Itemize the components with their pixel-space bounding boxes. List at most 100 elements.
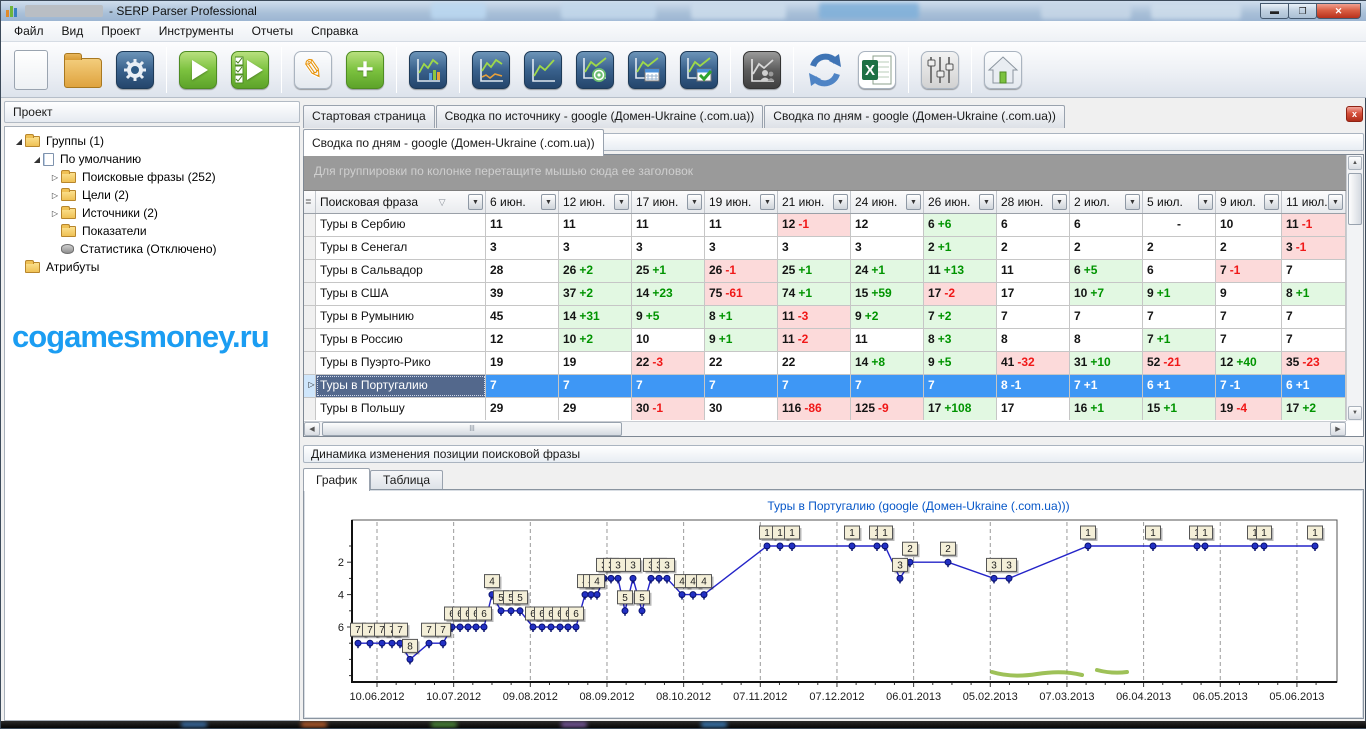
settings-button[interactable] <box>111 46 159 94</box>
refresh-button[interactable] <box>801 46 849 94</box>
horizontal-scrollbar[interactable]: ◀ ▶ <box>304 421 1346 436</box>
table-row[interactable]: Туры в Сальвадор2826+225+126-125+124+111… <box>304 260 1346 283</box>
position-cell[interactable]: 7-1 <box>1216 260 1282 282</box>
position-cell[interactable]: 3 <box>486 237 559 259</box>
column-dropdown-button[interactable]: ▼ <box>687 194 702 210</box>
position-cell[interactable]: 7 <box>1216 329 1282 351</box>
position-cell[interactable]: 45 <box>486 306 559 328</box>
position-cell[interactable]: 11 <box>705 214 778 236</box>
position-cell[interactable]: 125-9 <box>851 398 924 420</box>
expanded-icon[interactable]: ◢ <box>13 137 25 146</box>
report-days-checked-button[interactable] <box>675 46 723 94</box>
position-cell[interactable]: 6 <box>1143 260 1216 282</box>
position-cell[interactable]: 9+5 <box>924 352 997 374</box>
column-dropdown-button[interactable]: ▼ <box>1264 194 1279 210</box>
position-cell[interactable]: 9+1 <box>705 329 778 351</box>
position-cell[interactable]: 10+7 <box>1070 283 1143 305</box>
position-cell[interactable]: 6+5 <box>1070 260 1143 282</box>
column-dropdown-button[interactable]: ▼ <box>541 194 556 210</box>
position-cell[interactable]: 2 <box>997 237 1070 259</box>
position-cell[interactable]: 30-1 <box>632 398 705 420</box>
position-cell[interactable]: 12 <box>486 329 559 351</box>
tree-item-4[interactable]: ▷Источники (2) <box>5 204 299 222</box>
position-cell[interactable]: 7+2 <box>924 306 997 328</box>
home-button[interactable] <box>979 46 1027 94</box>
tab-2[interactable]: Сводка по дням - google (Домен-Ukraine (… <box>764 105 1065 128</box>
position-cell[interactable]: 11-3 <box>778 306 851 328</box>
phrase-cell[interactable]: Туры в Сенегал <box>316 237 486 259</box>
column-dropdown-button[interactable]: ▼ <box>979 194 994 210</box>
report-summary-button[interactable] <box>404 46 452 94</box>
position-cell[interactable]: 19 <box>486 352 559 374</box>
date-column-header-11[interactable]: 11 июл.▼ <box>1282 191 1346 213</box>
chart-tab-0[interactable]: График <box>303 468 370 491</box>
position-cell[interactable]: 7+1 <box>1143 329 1216 351</box>
position-cell[interactable]: 16+1 <box>1070 398 1143 420</box>
table-row[interactable]: Туры в Румынию4514+319+58+111-39+27+2777… <box>304 306 1346 329</box>
collapsed-icon[interactable]: ▷ <box>49 173 61 182</box>
tree-item-6[interactable]: Статистика (Отключено) <box>5 240 299 258</box>
date-column-header-1[interactable]: 12 июн.▼ <box>559 191 632 213</box>
position-cell[interactable]: 2 <box>1070 237 1143 259</box>
column-dropdown-button[interactable]: ▼ <box>1198 194 1213 210</box>
table-row[interactable]: Туры в Польшу292930-130116-86125-917+108… <box>304 398 1346 420</box>
position-cell[interactable]: 3 <box>632 237 705 259</box>
tree-item-3[interactable]: ▷Цели (2) <box>5 186 299 204</box>
position-cell[interactable]: 31+10 <box>1070 352 1143 374</box>
position-cell[interactable]: 3 <box>559 237 632 259</box>
scroll-left-arrow[interactable]: ◀ <box>304 422 320 436</box>
table-row[interactable]: Туры в Россию1210+2109+111-2118+3887+177 <box>304 329 1346 352</box>
position-cell[interactable]: 8-1 <box>997 375 1070 397</box>
position-cell[interactable]: 2 <box>1143 237 1216 259</box>
date-column-header-7[interactable]: 28 июн.▼ <box>997 191 1070 213</box>
position-cell[interactable]: 2 <box>1216 237 1282 259</box>
column-dropdown-button[interactable]: ▼ <box>760 194 775 210</box>
position-cell[interactable]: 12+40 <box>1216 352 1282 374</box>
position-cell[interactable]: 8+1 <box>705 306 778 328</box>
position-cell[interactable]: 9+2 <box>851 306 924 328</box>
groupby-bar[interactable]: Для группировки по колонке перетащите мы… <box>304 155 1346 191</box>
position-cell[interactable]: 17-2 <box>924 283 997 305</box>
position-cell[interactable]: 7 <box>632 375 705 397</box>
vertical-scrollbar[interactable]: ▲ ▼ <box>1346 155 1363 421</box>
position-cell[interactable]: 39 <box>486 283 559 305</box>
position-cell[interactable]: 7 <box>924 375 997 397</box>
position-cell[interactable]: 7 <box>559 375 632 397</box>
position-cell[interactable]: 6 <box>1070 214 1143 236</box>
table-row[interactable]: ▷Туры в Португалию77777778-17+16+17-16+1 <box>304 375 1346 398</box>
position-cell[interactable]: 28 <box>486 260 559 282</box>
position-cell[interactable]: 3 <box>778 237 851 259</box>
position-cell[interactable]: 15+1 <box>1143 398 1216 420</box>
position-cell[interactable]: 19 <box>559 352 632 374</box>
position-cell[interactable]: 10+2 <box>559 329 632 351</box>
tree-item-1[interactable]: ◢По умолчанию <box>5 150 299 168</box>
position-cell[interactable]: 17+2 <box>1282 398 1346 420</box>
tree-item-0[interactable]: ◢Группы (1) <box>5 132 299 150</box>
date-column-header-9[interactable]: 5 июл.▼ <box>1143 191 1216 213</box>
position-cell[interactable]: 9+1 <box>1143 283 1216 305</box>
position-cell[interactable]: 3-1 <box>1282 237 1346 259</box>
position-cell[interactable]: 29 <box>486 398 559 420</box>
minimize-button[interactable]: ▬ <box>1260 3 1289 19</box>
position-cell[interactable]: 30 <box>705 398 778 420</box>
position-cell[interactable]: 8 <box>997 329 1070 351</box>
run-button[interactable] <box>174 46 222 94</box>
position-cell[interactable]: - <box>1143 214 1216 236</box>
date-column-header-3[interactable]: 19 июн.▼ <box>705 191 778 213</box>
collapsed-icon[interactable]: ▷ <box>49 191 61 200</box>
position-cell[interactable]: 8+3 <box>924 329 997 351</box>
position-cell[interactable]: 7+1 <box>1070 375 1143 397</box>
position-cell[interactable]: 7 <box>1216 306 1282 328</box>
position-cell[interactable]: 9+5 <box>632 306 705 328</box>
position-cell[interactable]: 41-32 <box>997 352 1070 374</box>
position-cell[interactable]: 15+59 <box>851 283 924 305</box>
phrase-cell[interactable]: Туры в Пуэрто-Рико <box>316 352 486 374</box>
report-days-button[interactable] <box>623 46 671 94</box>
position-cell[interactable]: 7 <box>997 306 1070 328</box>
position-cell[interactable]: 11-2 <box>778 329 851 351</box>
column-dropdown-button[interactable]: ▼ <box>1125 194 1140 210</box>
menu-item-2[interactable]: Проект <box>92 22 150 40</box>
position-cell[interactable]: 12-1 <box>778 214 851 236</box>
add-button[interactable]: + <box>341 46 389 94</box>
report-positions-button[interactable] <box>519 46 567 94</box>
